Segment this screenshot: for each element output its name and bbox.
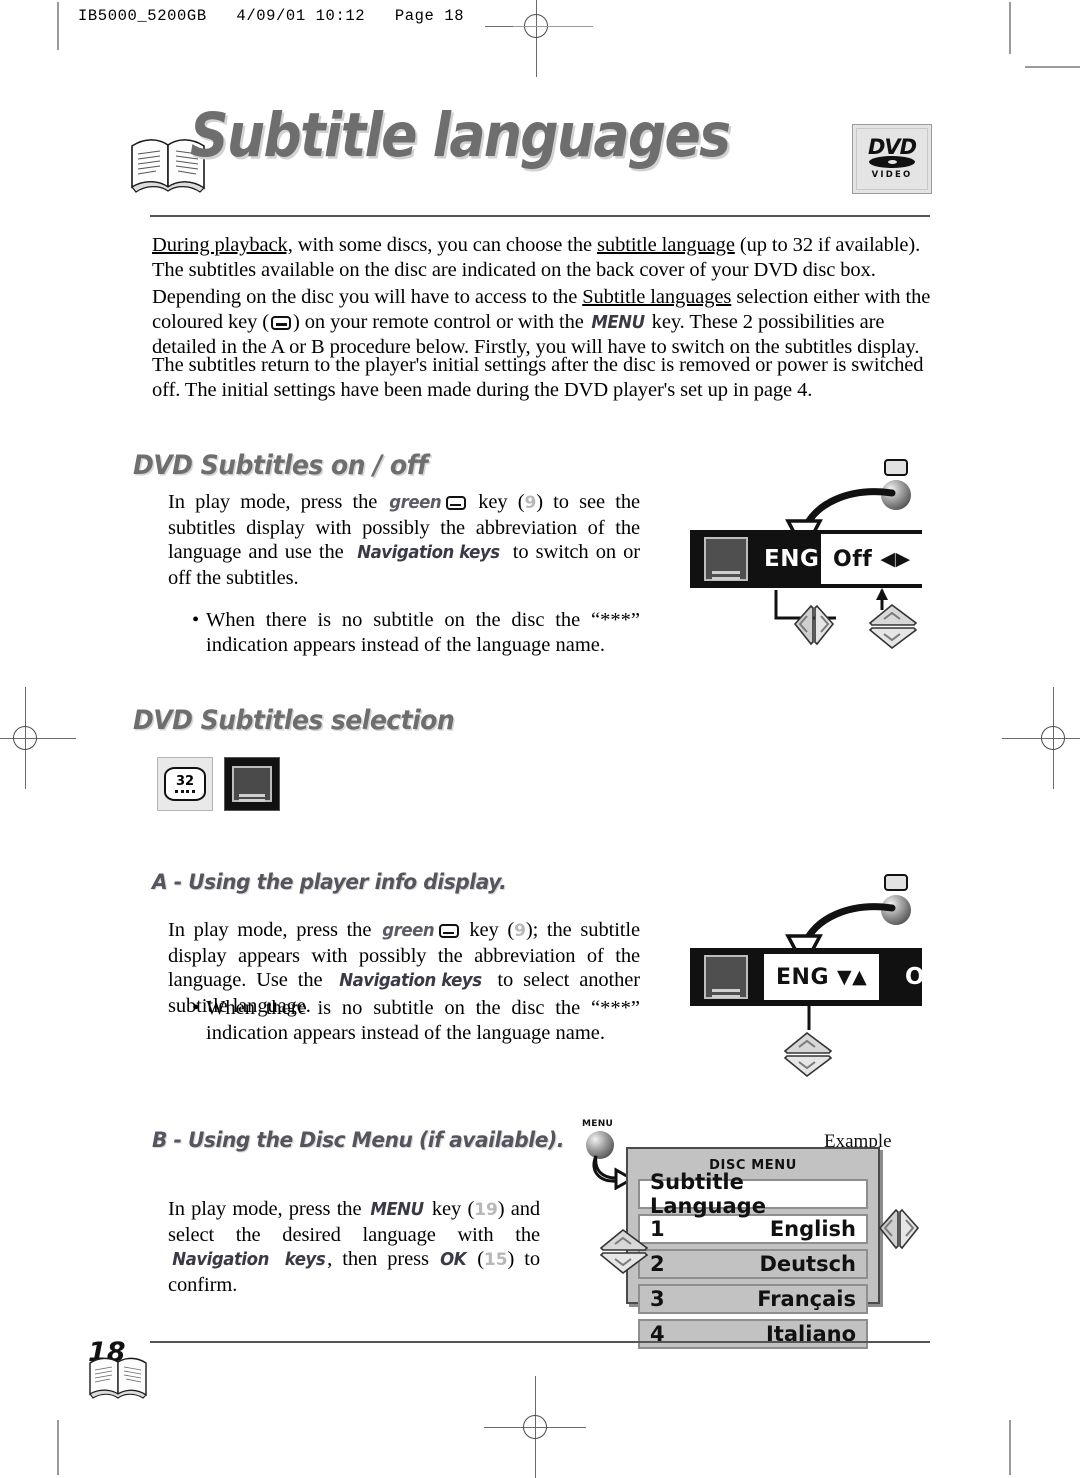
crop-mark-bottom-left-vertical — [57, 1420, 60, 1475]
menu-key-label: MENU — [591, 311, 645, 333]
ok-key-label: OK — [440, 1249, 467, 1270]
disc-menu-subheader: Subtitle Language — [650, 1170, 766, 1218]
osd-state-label: On — [905, 964, 942, 990]
key-ref-number: 9 — [524, 493, 537, 513]
dvd-logo-disc — [869, 155, 915, 168]
onoff-bullet: • When there is no subtitle on the disc t… — [192, 608, 640, 657]
osd-language-box[interactable]: ENG ▼▲ — [764, 954, 880, 1000]
subtitle-key-icon — [271, 315, 291, 330]
intro-p2-d: ) on your remote control or with the — [293, 310, 589, 333]
subtitle-key-icon — [445, 496, 466, 510]
ok-ref-number: 15 — [483, 1250, 508, 1270]
subtitle-button-cap-icon — [884, 874, 908, 891]
dvd-video-logo: DVD VIDEO — [852, 124, 932, 194]
intro-p3: The subtitles return to the player's ini… — [152, 354, 924, 401]
crop-mark-top-right-horizontal — [1025, 66, 1080, 69]
footer-book-icon — [89, 1357, 147, 1399]
b-a: In play mode, press the — [168, 1198, 368, 1220]
subtitle-count-icon: 32 — [157, 757, 213, 811]
registration-mark-left — [0, 687, 76, 789]
onoff-body: In play mode, press the green key (9) to… — [168, 490, 640, 590]
crop-mark-bottom-right-vertical — [1009, 1420, 1012, 1475]
subtitle-screen-icon — [704, 955, 748, 999]
green-key-label: green — [389, 492, 442, 513]
osd-bar-subtitles-selection: ENG ▼▲ On — [690, 948, 941, 1006]
b-d: , then press — [327, 1248, 439, 1270]
intro-paragraph-2: Depending on the disc you will have to a… — [152, 285, 940, 360]
left-right-arrows-icon: ◀▶ — [880, 548, 911, 570]
heading-subtitles-selection: DVD Subtitles selection — [133, 705, 455, 736]
onoff-bullet-text: When there is no subtitle on the disc th… — [206, 609, 640, 656]
registration-mark-right — [1002, 687, 1080, 789]
menu-ref-number: 19 — [474, 1200, 498, 1220]
heading-section-a: A - Using the player info display. — [152, 870, 507, 895]
osd-value: Off — [833, 546, 873, 572]
intro-paragraph-3: The subtitles return to the player's ini… — [152, 353, 940, 402]
navigation-keys-label: Navigation keys — [338, 970, 482, 991]
osd-language: ENG — [776, 964, 829, 990]
dvd-logo-word: DVD — [867, 135, 917, 160]
title-divider — [150, 215, 930, 218]
subtitle-screen-icon — [704, 537, 748, 581]
crop-mark-top-left-vertical — [57, 2, 59, 50]
row-language: English — [769, 1217, 856, 1241]
intro-p1-underline-a: During playback, — [152, 234, 293, 256]
disc-menu-row-1[interactable]: 1 English — [638, 1214, 868, 1244]
disc-menu-row-4[interactable]: 4 Italiano — [638, 1319, 868, 1349]
heading-subtitles-on-off: DVD Subtitles on / off — [133, 450, 428, 481]
disc-menu-row-3[interactable]: 3 Français — [638, 1284, 868, 1314]
osd-language-label: ENG — [764, 546, 820, 572]
subtitle-key-icon — [438, 924, 459, 938]
nav-up-down-icon[interactable] — [866, 597, 922, 655]
intro-p1-b: with some discs, you can choose the — [292, 234, 598, 256]
subtitle-button-cap-icon — [884, 459, 908, 476]
bullet-dot: • — [192, 997, 200, 1019]
row-language: Deutsch — [759, 1252, 856, 1276]
b-e: ( — [467, 1248, 484, 1270]
a-a: In play mode, press the — [168, 919, 381, 941]
section-b-body: In play mode, press the MENU key (19) an… — [168, 1197, 540, 1297]
disc-menu-subheader-row: Subtitle Language — [638, 1170, 868, 1218]
osd-bar-subtitles-onoff: ENG Off ◀▶ — [690, 530, 923, 588]
keys-label: keys — [284, 1249, 326, 1270]
onoff-b: key ( — [467, 491, 525, 513]
section-a-bullet: • When there is no subtitle on the disc t… — [192, 996, 640, 1045]
slug-rule — [513, 26, 593, 28]
page-title: Subtitle languages — [190, 100, 731, 171]
disc-menu-row-2[interactable]: 2 Deutsch — [638, 1249, 868, 1279]
page-title-block: Subtitle languages DVD VIDEO — [130, 100, 940, 216]
bullet-dot: • — [192, 609, 200, 631]
nav-up-down-icon[interactable] — [597, 1222, 653, 1280]
row-number: 3 — [650, 1287, 665, 1311]
heading-section-b: B - Using the Disc Menu (if available). — [152, 1128, 564, 1153]
intro-p2-underline-b: Subtitle languages — [582, 286, 732, 308]
intro-paragraph-1: During playback, with some discs, you ca… — [152, 233, 940, 282]
registration-mark-bottom — [484, 1376, 586, 1478]
dvd-logo-sub: VIDEO — [871, 169, 913, 180]
nav-up-down-icon[interactable] — [781, 1025, 837, 1083]
menu-button-caption: MENU — [582, 1119, 614, 1129]
print-slug: IB5000_5200GB 4/09/01 10:12 Page 18 — [78, 7, 465, 25]
footer-divider — [150, 1341, 930, 1344]
intro-p2-a: Depending on the disc you will have to a… — [152, 286, 583, 308]
nav-left-right-icon[interactable] — [868, 1208, 928, 1250]
nav-left-right-icon[interactable] — [783, 604, 843, 646]
green-key-label: green — [382, 920, 435, 941]
intro-p1-underline-c: subtitle language — [597, 234, 735, 256]
disc-menu-panel: DISC MENU Subtitle Language 1 English 2 … — [626, 1147, 880, 1349]
b-b: key ( — [425, 1198, 475, 1220]
navigation-label: Navigation — [172, 1249, 269, 1270]
up-down-arrows-icon: ▼▲ — [837, 966, 868, 988]
subtitle-count-value: 32 — [175, 774, 195, 789]
a-b: key ( — [460, 919, 515, 941]
menu-key-label: MENU — [370, 1199, 424, 1220]
osd-value-box[interactable]: Off ◀▶ — [821, 534, 923, 584]
crop-mark-top-right-vertical — [1009, 2, 1012, 54]
onoff-a: In play mode, press the — [168, 491, 388, 513]
key-ref-number: 9 — [514, 921, 526, 941]
a-bullet-text: When there is no subtitle on the disc th… — [206, 997, 640, 1044]
subtitle-display-icon — [224, 757, 280, 811]
navigation-keys-label: Navigation keys — [356, 542, 500, 563]
row-language: Français — [757, 1287, 856, 1311]
